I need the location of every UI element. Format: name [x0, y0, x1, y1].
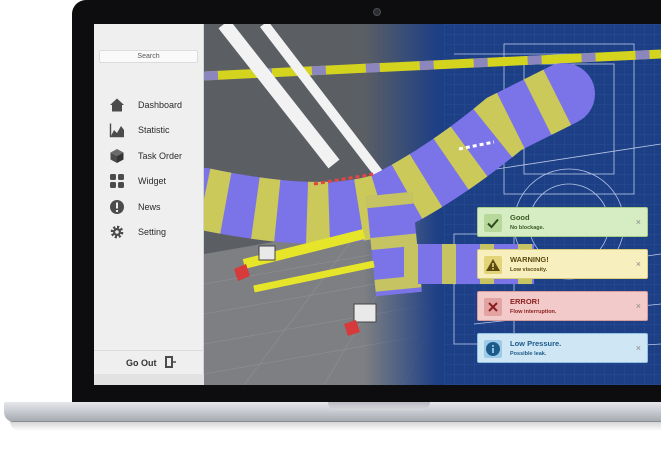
- notification-message: Flow interruption.: [510, 309, 557, 315]
- sidebar-item-task-order[interactable]: Task Order: [94, 146, 204, 166]
- go-out-button[interactable]: Go Out: [94, 350, 204, 373]
- chart-icon: [109, 123, 124, 138]
- alert-circle-icon: [110, 200, 124, 214]
- error-icon: [484, 298, 502, 316]
- sidebar-item-label: Task Order: [138, 151, 183, 161]
- sidebar-item-widget[interactable]: Widget: [94, 171, 204, 191]
- go-out-label: Go Out: [126, 358, 157, 368]
- sidebar-footer: [94, 374, 204, 385]
- sidebar-item-label: Widget: [138, 176, 167, 186]
- notification-title: Low Pressure.: [510, 339, 562, 348]
- laptop-notch: [328, 402, 430, 410]
- notification-success: Good No blockage. ×: [477, 207, 648, 237]
- notification-message: Possible leak.: [510, 351, 547, 357]
- sidebar-item-label: Setting: [138, 227, 167, 237]
- info-icon: [484, 340, 502, 358]
- notification-error: ERROR! Flow interruption. ×: [477, 291, 648, 321]
- search-input[interactable]: [99, 50, 198, 63]
- check-icon: [484, 214, 502, 232]
- sidebar-item-statistic[interactable]: Statistic: [94, 120, 204, 140]
- warning-icon: [484, 256, 502, 274]
- notification-title: Good: [510, 213, 530, 222]
- notification-message: No blockage.: [510, 225, 545, 231]
- sidebar-item-news[interactable]: News: [94, 197, 204, 217]
- pipeline-model-graphic: [204, 24, 661, 385]
- notification-warning: WARNING! Low viscosity. ×: [477, 249, 648, 279]
- home-icon: [110, 98, 124, 112]
- sidebar-item-label: News: [138, 202, 161, 212]
- sidebar-item-setting[interactable]: Setting: [94, 222, 204, 242]
- sidebar: Dashboard Statistic Task Order: [94, 24, 204, 385]
- close-icon[interactable]: ×: [636, 217, 641, 227]
- screen: Dashboard Statistic Task Order: [94, 24, 661, 385]
- grid-icon: [110, 174, 124, 188]
- box-icon: [110, 149, 124, 163]
- notification-title: ERROR!: [510, 297, 540, 306]
- sidebar-item-label: Dashboard: [138, 100, 183, 110]
- close-icon[interactable]: ×: [636, 259, 641, 269]
- exit-door-icon: [165, 356, 176, 368]
- camera-icon: [373, 8, 381, 16]
- pipeline-3d-viewport[interactable]: [204, 24, 661, 385]
- sidebar-item-dashboard[interactable]: Dashboard: [94, 95, 204, 115]
- notification-info: Low Pressure. Possible leak. ×: [477, 333, 648, 363]
- close-icon[interactable]: ×: [636, 301, 641, 311]
- notification-title: WARNING!: [510, 255, 549, 264]
- gear-icon: [110, 225, 124, 239]
- laptop-shadow: [10, 421, 661, 431]
- notification-message: Low viscosity.: [510, 267, 548, 273]
- sidebar-item-label: Statistic: [138, 125, 170, 135]
- close-icon[interactable]: ×: [636, 343, 641, 353]
